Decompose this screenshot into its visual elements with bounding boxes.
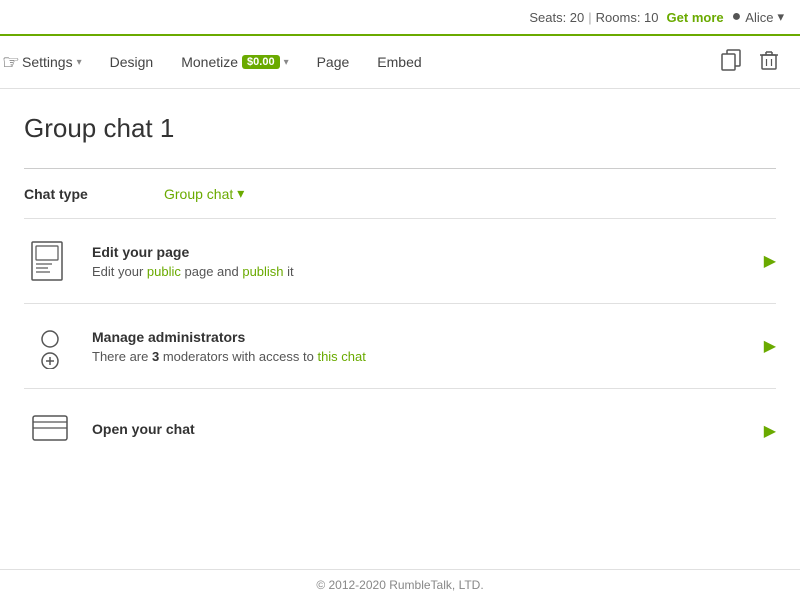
edit-page-highlight1: public (147, 264, 181, 279)
cursor-pointer: ☞ (2, 50, 20, 75)
edit-page-arrow: ▶ (764, 251, 776, 271)
manage-admins-text: Manage administrators There are 3 modera… (92, 329, 748, 364)
chat-type-value[interactable]: Group chat ▾ (164, 185, 244, 202)
top-bar: Seats: 20 | Rooms: 10 Get more ● Alice ▾ (0, 0, 800, 36)
monetize-label: Monetize (181, 54, 238, 70)
nav-actions (708, 45, 792, 80)
nav-items: Settings ▾ Design Monetize $0.00 ▾ Page … (8, 36, 708, 88)
design-label: Design (110, 54, 154, 70)
edit-page-text: Edit your page Edit your public page and… (92, 244, 748, 279)
open-chat-icon (24, 405, 76, 457)
get-more-link[interactable]: Get more (667, 10, 724, 25)
list-item-edit-page[interactable]: Edit your page Edit your public page and… (24, 219, 776, 304)
nav-item-embed[interactable]: Embed (363, 36, 435, 88)
chat-type-label: Chat type (24, 186, 164, 202)
user-section[interactable]: ● Alice ▾ (732, 8, 784, 26)
monetize-arrow: ▾ (284, 57, 289, 68)
monetize-badge: $0.00 (242, 55, 280, 69)
main-content: Group chat 1 Chat type Group chat ▾ (0, 89, 800, 481)
page-label: Page (317, 54, 350, 70)
nav-item-settings[interactable]: Settings ▾ (8, 36, 96, 88)
separator-1: | (588, 10, 591, 25)
user-icon: ● (732, 8, 742, 26)
edit-page-highlight2: publish (242, 264, 283, 279)
this-chat-link: this chat (317, 349, 365, 364)
user-dropdown-arrow: ▾ (777, 9, 784, 25)
footer-text: © 2012-2020 RumbleTalk, LTD. (316, 578, 483, 592)
delete-button[interactable] (754, 45, 784, 80)
chat-type-dropdown-arrow: ▾ (237, 185, 244, 202)
nav-item-monetize[interactable]: Monetize $0.00 ▾ (167, 36, 302, 88)
settings-arrow: ▾ (77, 57, 82, 68)
settings-label: Settings (22, 54, 73, 70)
nav-item-design[interactable]: Design (96, 36, 168, 88)
open-chat-title: Open your chat (92, 421, 748, 437)
rooms-label: Rooms: 10 (596, 10, 659, 25)
open-chat-text: Open your chat (92, 421, 748, 441)
nav-bar: Settings ▾ Design Monetize $0.00 ▾ Page … (0, 36, 800, 89)
page-title: Group chat 1 (24, 113, 776, 144)
moderators-count: 3 (152, 349, 159, 364)
nav-item-page[interactable]: Page (303, 36, 364, 88)
list-item-open-chat[interactable]: Open your chat ▶ (24, 389, 776, 465)
edit-page-icon (24, 235, 76, 287)
manage-admins-arrow: ▶ (764, 336, 776, 356)
seats-label: Seats: 20 (529, 10, 584, 25)
manage-admins-icon (24, 320, 76, 372)
footer: © 2012-2020 RumbleTalk, LTD. (0, 569, 800, 600)
manage-admins-desc: There are 3 moderators with access to th… (92, 349, 748, 364)
manage-admins-title: Manage administrators (92, 329, 748, 345)
edit-page-desc: Edit your public page and publish it (92, 264, 748, 279)
copy-button[interactable] (716, 45, 746, 80)
user-name: Alice (745, 10, 773, 25)
open-chat-arrow: ▶ (764, 421, 776, 441)
chat-type-text: Group chat (164, 186, 233, 202)
embed-label: Embed (377, 54, 421, 70)
list-item-manage-admins[interactable]: Manage administrators There are 3 modera… (24, 304, 776, 389)
edit-page-title: Edit your page (92, 244, 748, 260)
chat-type-row: Chat type Group chat ▾ (24, 169, 776, 219)
settings-section: Chat type Group chat ▾ Edit your page (24, 168, 776, 465)
